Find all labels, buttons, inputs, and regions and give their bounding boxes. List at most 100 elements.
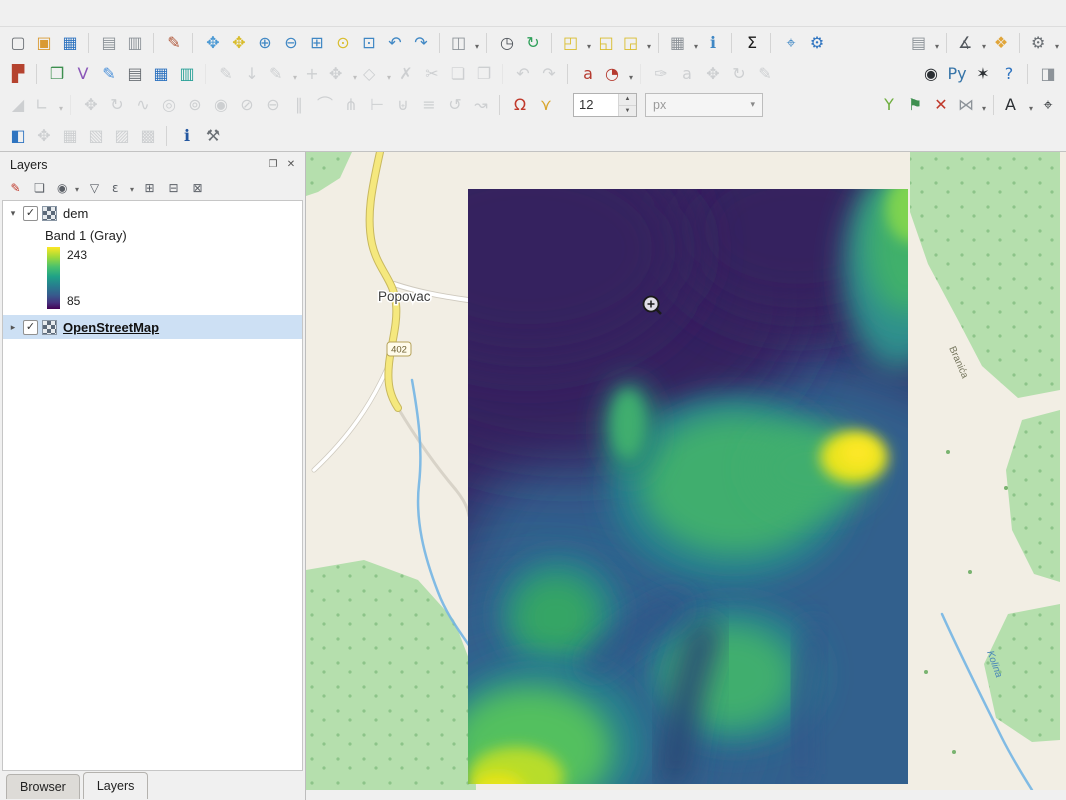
delete-part-button[interactable]: ⊖ — [260, 92, 286, 118]
layer-openstreetmap-checkbox[interactable]: ✓ — [23, 320, 38, 335]
float-panel-button[interactable]: ❐ — [265, 157, 281, 173]
enable-advanced-digitizing-button[interactable]: ◢ — [5, 92, 31, 118]
mesh-add-face-button[interactable]: ▧ — [83, 123, 109, 149]
reshape-features-button[interactable]: ⌒ — [312, 92, 338, 118]
tab-layers[interactable]: Layers — [83, 772, 149, 799]
rotate-label-button[interactable]: ↻ — [726, 61, 752, 87]
move-feature-button[interactable]: ✥ — [325, 61, 359, 87]
menu-item-plugins[interactable] — [96, 9, 114, 17]
new-mesh-layer-button[interactable]: ▥ — [174, 61, 200, 87]
rotate-point-symbols-button[interactable]: ↺ — [442, 92, 468, 118]
filter-legend-button[interactable]: ▽ — [84, 178, 105, 199]
menu-item-web[interactable] — [150, 9, 168, 17]
save-project-button[interactable]: ▦ — [57, 30, 83, 56]
zoom-next-button[interactable]: ↷ — [408, 30, 434, 56]
fill-ring-button[interactable]: ◉ — [208, 92, 234, 118]
new-print-layout-button[interactable]: ▤ — [96, 30, 122, 56]
delete-ring-button[interactable]: ⊘ — [234, 92, 260, 118]
deselect-all-button[interactable]: ◲ — [619, 30, 653, 56]
mesh-force-by-lines-button[interactable]: ▨ — [109, 123, 135, 149]
digitize-mesh-button[interactable]: ◧ — [5, 123, 31, 149]
offset-point-symbol-button[interactable]: ↝ — [468, 92, 494, 118]
menu-item-edit[interactable] — [24, 9, 42, 17]
add-part-button[interactable]: ⊚ — [182, 92, 208, 118]
collapse-all-button[interactable]: ⊟ — [163, 178, 184, 199]
zoom-in-button[interactable]: ⊕ — [252, 30, 278, 56]
menu-item-help[interactable] — [204, 9, 222, 17]
menu-item-raster[interactable] — [132, 9, 150, 17]
merge-features-button[interactable]: ⊎ — [390, 92, 416, 118]
change-label-button[interactable]: ✎ — [752, 61, 778, 87]
select-features-button[interactable]: ◰ — [559, 30, 593, 56]
highlight-pinned-labels-button[interactable]: a — [674, 61, 700, 87]
style-manager-button[interactable]: ✎ — [161, 30, 187, 56]
layer-row-dem[interactable]: ▾ ✓ dem — [3, 201, 302, 225]
cad-construction-button[interactable]: ∟ — [31, 92, 65, 118]
menu-item-mesh[interactable] — [168, 9, 186, 17]
new-map-view-button[interactable]: ◫ — [447, 30, 481, 56]
filter-legend-by-expression-button[interactable]: ε — [108, 178, 136, 199]
menu-item-vector[interactable] — [114, 9, 132, 17]
new-virtual-layer-button[interactable]: ▦ — [148, 61, 174, 87]
clear-snapping-button[interactable]: ✕ — [928, 92, 954, 118]
map-tips-button[interactable]: ❖ — [988, 30, 1014, 56]
toggle-editing-button[interactable]: ✎ — [213, 61, 239, 87]
enable-snapping-button[interactable]: Ω — [507, 92, 533, 118]
merge-attributes-button[interactable]: ≡ — [416, 92, 442, 118]
move-label-button[interactable]: ✥ — [700, 61, 726, 87]
rotate-feature-button[interactable]: ↻ — [104, 92, 130, 118]
current-edits-button[interactable]: ✎ — [265, 61, 299, 87]
save-layer-edits-button[interactable]: ↓ — [239, 61, 265, 87]
menu-item-layer[interactable] — [60, 9, 78, 17]
layer-row-openstreetmap[interactable]: ▸ ✓ OpenStreetMap — [3, 315, 302, 339]
show-bookmarks-button[interactable]: ▤ — [907, 30, 941, 56]
pan-map-button[interactable]: ✥ — [200, 30, 226, 56]
text-annotation-button[interactable]: A — [1001, 92, 1035, 118]
add-ring-button[interactable]: ◎ — [156, 92, 182, 118]
select-mesh-elements-button[interactable]: ✥ — [31, 123, 57, 149]
temporal-controller-button[interactable]: ◷ — [494, 30, 520, 56]
split-features-button[interactable]: ⋔ — [338, 92, 364, 118]
options-button[interactable]: ⚙ — [1027, 30, 1061, 56]
zoom-last-button[interactable]: ↶ — [382, 30, 408, 56]
expander-icon[interactable]: ▾ — [7, 208, 19, 219]
symbol-size-input[interactable] — [574, 97, 618, 112]
add-group-button[interactable]: ❏ — [29, 178, 50, 199]
new-temporary-scratch-layer-button[interactable]: ▤ — [122, 61, 148, 87]
expander-icon[interactable]: ▸ — [7, 322, 19, 333]
menu-item-project[interactable] — [6, 9, 24, 17]
identify-tool-button[interactable]: ℹ — [174, 123, 200, 149]
unit-combobox[interactable]: px ▾ — [645, 93, 763, 117]
zoom-to-selection-button[interactable]: ⊙ — [330, 30, 356, 56]
open-attribute-table-button[interactable]: ▦ — [666, 30, 700, 56]
stream-digitizing-button[interactable]: Y — [876, 92, 902, 118]
offset-curve-button[interactable]: ∥ — [286, 92, 312, 118]
layer-labeling-button[interactable]: a — [575, 61, 601, 87]
data-source-manager-button[interactable]: ▛ — [5, 61, 31, 87]
remove-layer-button[interactable]: ⊠ — [187, 178, 208, 199]
layer-openstreetmap-label[interactable]: OpenStreetMap — [61, 320, 159, 335]
menu-item-view[interactable] — [42, 9, 60, 17]
undo-button[interactable]: ↶ — [510, 61, 536, 87]
open-layer-styling-panel-button[interactable]: ✎ — [5, 178, 26, 199]
processing-toolbox-button[interactable]: ⚙ — [804, 30, 830, 56]
move-feature-copy-button[interactable]: ✥ — [78, 92, 104, 118]
preview-mode-button[interactable]: ◉ — [918, 61, 944, 87]
simplify-feature-button[interactable]: ∿ — [130, 92, 156, 118]
search-locator-button[interactable]: ⌖ — [778, 30, 804, 56]
cut-features-button[interactable]: ✂ — [419, 61, 445, 87]
delete-selected-button[interactable]: ✗ — [393, 61, 419, 87]
manage-map-themes-button[interactable]: ◉ — [53, 178, 81, 199]
identify-features-button[interactable]: ℹ — [700, 30, 726, 56]
python-console-button[interactable]: Py — [944, 61, 970, 87]
statistics-button[interactable]: Σ — [739, 30, 765, 56]
mesh-reindex-button[interactable]: ▩ — [135, 123, 161, 149]
snapping-on-intersections-button[interactable]: ⋈ — [954, 92, 988, 118]
new-project-button[interactable]: ▢ — [5, 30, 31, 56]
tab-browser[interactable]: Browser — [6, 774, 80, 799]
spin-down-button[interactable]: ▼ — [619, 105, 636, 116]
help-contents-button[interactable]: ? — [996, 61, 1022, 87]
pan-to-selection-button[interactable]: ✥ — [226, 30, 252, 56]
configure-tool-button[interactable]: ⚒ — [200, 123, 226, 149]
open-project-button[interactable]: ▣ — [31, 30, 57, 56]
